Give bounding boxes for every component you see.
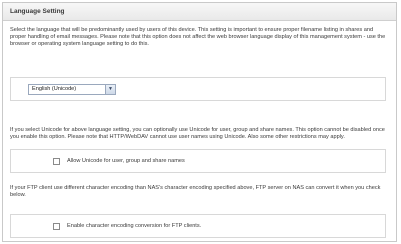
ftp-option-box: Enable character encoding conversion for… xyxy=(10,214,386,238)
language-description: Select the language that will be predomi… xyxy=(10,27,386,48)
chevron-down-icon[interactable]: ▼ xyxy=(105,85,115,94)
language-select-box: English (Unicode) ▼ xyxy=(10,77,386,101)
ftp-checkbox-label[interactable]: Enable character encoding conversion for… xyxy=(67,222,201,230)
unicode-checkbox[interactable] xyxy=(53,157,60,165)
language-select-value: English (Unicode) xyxy=(32,86,77,92)
ftp-description: If your FTP client use different charact… xyxy=(10,185,381,199)
unicode-description: If you select Unicode for above language… xyxy=(10,127,385,141)
language-select[interactable]: English (Unicode) ▼ xyxy=(28,84,116,95)
unicode-option-box: Allow Unicode for user, group and share … xyxy=(10,149,386,173)
panel-title: Language Setting xyxy=(3,3,396,21)
unicode-checkbox-row[interactable]: Allow Unicode for user, group and share … xyxy=(53,156,185,166)
ftp-checkbox-row[interactable]: Enable character encoding conversion for… xyxy=(53,221,201,231)
ftp-encoding-checkbox[interactable] xyxy=(53,222,60,230)
language-setting-panel: Language Setting Select the language tha… xyxy=(2,2,397,242)
unicode-checkbox-label[interactable]: Allow Unicode for user, group and share … xyxy=(67,157,185,165)
